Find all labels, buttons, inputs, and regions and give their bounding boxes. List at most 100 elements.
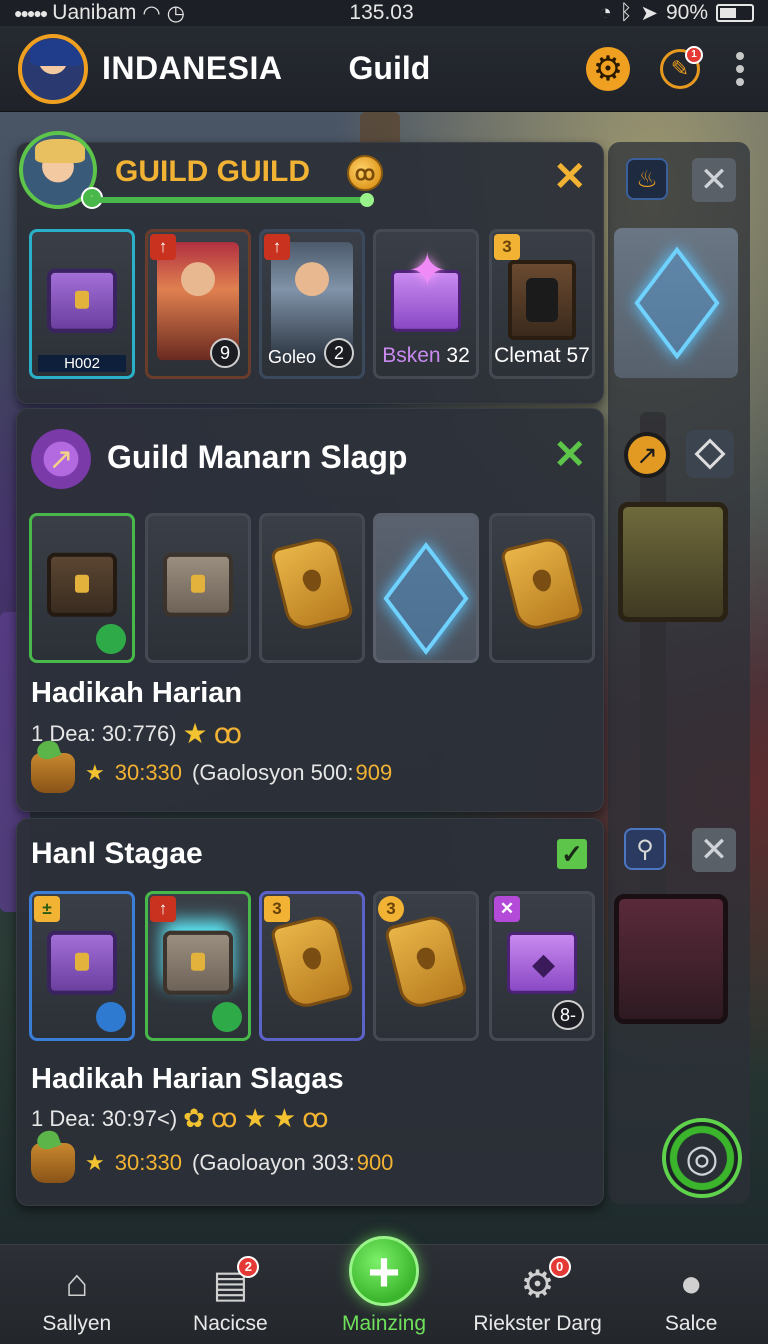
app-header: INDANESIA Guild ⚙ ✎ 1 (0, 26, 768, 112)
wifi-icon: ◠ (142, 1, 161, 25)
stage-title: Hanl Stagae (31, 837, 203, 870)
staff-icon[interactable]: ⚲ (624, 828, 666, 870)
mission-close-button[interactable]: ✕ (553, 435, 587, 475)
nav-item-calendar[interactable]: ▤ 2 Nacicse (155, 1256, 305, 1336)
battery-icon (716, 4, 754, 22)
guild-item-4[interactable]: Bsken 32 (373, 229, 479, 379)
gem-box-icon (507, 931, 577, 994)
player-region: INDANESIA (102, 50, 283, 86)
stage-item-1[interactable]: ± (29, 891, 135, 1041)
guild-item-3[interactable]: ↑ Goleo 2 (259, 229, 365, 379)
item-label: Clemat 57 (494, 344, 590, 367)
page-title: Guild (348, 50, 431, 86)
scroll-icon (269, 533, 355, 634)
stat-highlight: 900 (356, 1150, 394, 1175)
nav-item-main[interactable]: + Mainzing (309, 1236, 459, 1336)
nav-item-profile[interactable]: ● Salce (616, 1262, 766, 1336)
mission-item-4[interactable] (373, 513, 479, 663)
stage-item-5[interactable]: ✕ 8- (489, 891, 595, 1041)
player-avatar[interactable] (18, 33, 88, 104)
stage-item-4[interactable]: 3 (373, 891, 479, 1041)
stage-complete-checkbox[interactable]: ✓ (557, 839, 587, 869)
leaf-badge-icon (212, 1002, 242, 1032)
guild-emblem-icon[interactable]: ꝏ (347, 155, 383, 191)
carrier-name: Uanibam (52, 1, 137, 24)
item-label: Bsken 32 (382, 344, 470, 367)
reward-title: Hadikah Harian Slagas (31, 1063, 344, 1095)
guild-item-2[interactable]: ↑ 9 (145, 229, 251, 379)
home-icon: ⌂ (65, 1262, 89, 1305)
reward-detail: 1 Dea: 30:776) ★ ꝏ (31, 717, 242, 750)
leaf-badge-icon (96, 624, 126, 654)
side-close-button-2[interactable]: ✕ (692, 828, 736, 872)
purple-chest-icon (47, 930, 117, 995)
plus-icon: + (348, 1236, 419, 1306)
reward-stats: ★ 30:330 (Gaolosyon 500: 909 (31, 753, 392, 793)
scroll-icon (383, 911, 469, 1012)
flower-icon: ✿ (183, 1103, 205, 1133)
nav-item-home[interactable]: ⌂ Sallyen (2, 1262, 152, 1336)
side-rail: ♨ ✕ ↗ ⚲ ✕ (608, 142, 750, 1204)
signal-icon: ●●●●● (14, 5, 48, 21)
mission-item-2[interactable] (145, 513, 251, 663)
guild-panel: ↓ GUILD GUILD ꝏ ✕ H002 ↑ 9 ↑ Goleo 2 Bsk… (16, 131, 604, 404)
gold-amount: 30:330 (114, 1150, 183, 1175)
guild-progress-bar (87, 197, 365, 203)
scroll-icon (269, 911, 355, 1012)
stat-text: (Gaolosyon 500: (192, 760, 354, 785)
reward-timer: 1 Dea: 30:97<) (31, 1105, 178, 1131)
nav-label: Salce (664, 1312, 718, 1335)
stage-panel: Hanl Stagae ✓ ± ↑ 3 3 ✕ 8- Hadikah Haria… (16, 818, 604, 1206)
fire-emblem-icon[interactable]: ♨ (626, 158, 668, 200)
coin-icon: ꝏ (213, 718, 243, 749)
rank-up-icon: ↑ (150, 234, 176, 260)
more-menu-button[interactable] (730, 51, 750, 86)
coin-stack-icon: ꝏ (210, 1103, 238, 1133)
spear-icon: ↗ (31, 429, 91, 489)
rank-up-icon: ↑ (264, 234, 290, 260)
purple-chest-icon (47, 268, 117, 333)
target-action-button[interactable]: ◎ (662, 1118, 742, 1198)
clock: 135.03 (349, 1, 414, 24)
stage-item-3[interactable]: 3 (259, 891, 365, 1041)
nav-label: Nacicse (193, 1312, 268, 1335)
guild-item-1[interactable]: H002 (29, 229, 135, 379)
guild-item-5[interactable]: 3 Clemat 57 (489, 229, 595, 379)
coin-badge-icon: 3 (378, 896, 404, 922)
star-icon: ★ (85, 760, 105, 785)
crystal-chest-icon (47, 552, 117, 617)
gear-icon: ⚙ (592, 49, 624, 88)
profile-icon: ● (679, 1262, 703, 1305)
item-count: 9 (210, 338, 240, 368)
nav-item-shop[interactable]: ⚙ 0 Riekster Darg (463, 1256, 613, 1336)
mission-item-3[interactable] (259, 513, 365, 663)
side-chest-art (618, 502, 728, 622)
rank-up-icon: ↑ (150, 896, 176, 922)
status-bar: ●●●●● Uanibam ◠ ◷ 135.03 ◔ ᛒ ➤ 90% (0, 0, 768, 26)
side-crystal-tile[interactable] (614, 228, 738, 378)
reward-bag-icon (31, 1143, 75, 1183)
settings-gear-button[interactable]: ⚙ (586, 46, 630, 91)
item-count: 8- (552, 1000, 584, 1030)
stage-item-2[interactable]: ↑ (145, 891, 251, 1041)
reward-title: Hadikah Harian (31, 677, 243, 709)
mission-panel: ↗ Guild Manarn Slagp ✕ Hadikah Harian 1 … (16, 408, 604, 812)
spear-emblem-icon[interactable]: ↗ (624, 432, 670, 478)
stat-text: (Gaoloayon 303: (192, 1150, 355, 1175)
guild-close-button[interactable]: ✕ (553, 157, 587, 197)
guild-title: GUILD GUILD (115, 155, 310, 188)
nav-label: Sallyen (42, 1312, 112, 1335)
nav-badge: 0 (548, 1256, 571, 1278)
mission-title: Guild Manarn Slagp (107, 439, 408, 475)
diamond-outline-button[interactable] (686, 430, 734, 478)
side-close-button[interactable]: ✕ (692, 158, 736, 202)
plus-minus-icon: ± (34, 896, 60, 922)
quest-button[interactable]: ✎ 1 (660, 45, 703, 89)
mission-item-1[interactable] (29, 513, 135, 663)
coin-badge-icon: 3 (264, 896, 290, 922)
stat-highlight: 909 (355, 760, 393, 785)
star-icon: ★ (272, 1103, 297, 1133)
bluetooth-icon: ᛒ (619, 1, 633, 24)
star-icon: ★ (182, 718, 208, 749)
mission-item-5[interactable] (489, 513, 595, 663)
